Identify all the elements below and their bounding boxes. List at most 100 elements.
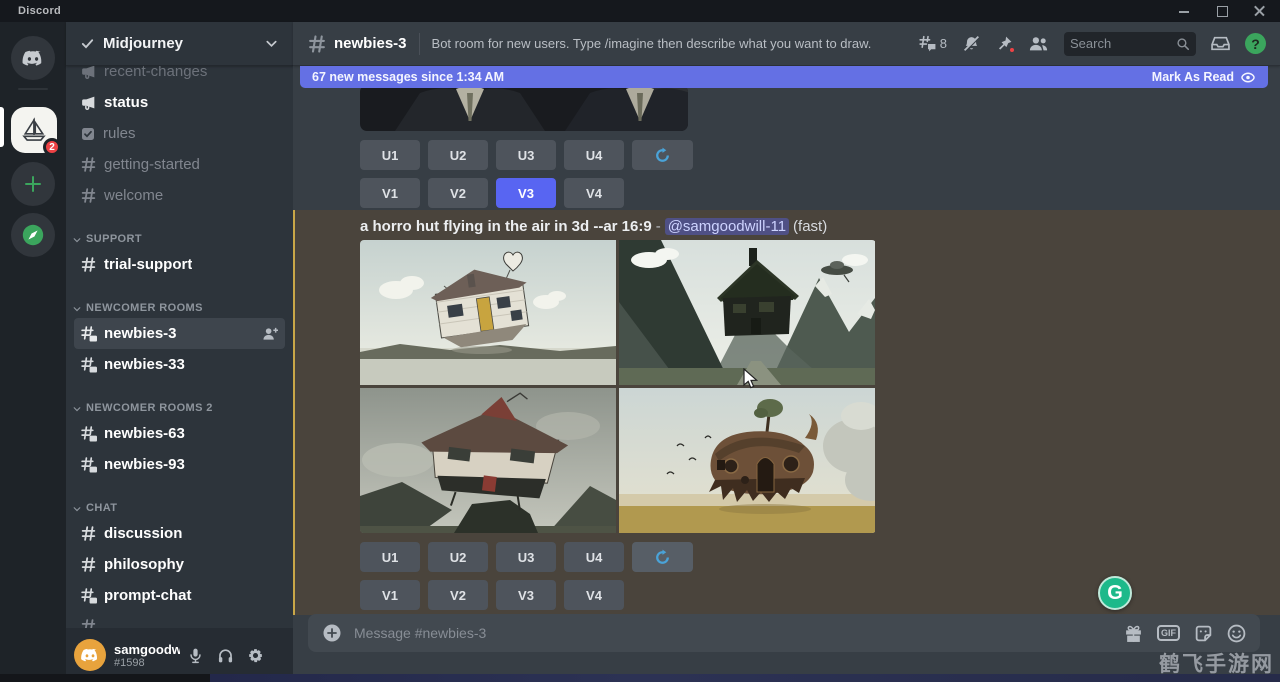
minimize-button[interactable] bbox=[1178, 5, 1190, 17]
grid-image-4[interactable] bbox=[619, 388, 875, 533]
server-icon-midjourney[interactable]: 2 bbox=[11, 107, 57, 153]
sidebar-item-recent-changes[interactable]: recent-changes bbox=[74, 66, 285, 87]
v3-button-selected[interactable]: V3 bbox=[496, 178, 556, 208]
user-avatar[interactable] bbox=[74, 639, 106, 671]
search-input[interactable]: Search bbox=[1064, 32, 1196, 56]
sidebar-item-newbies-3[interactable]: newbies-3 bbox=[74, 318, 285, 349]
new-messages-text: 67 new messages since 1:34 AM bbox=[312, 70, 504, 84]
window-controls bbox=[1178, 5, 1280, 17]
header-divider bbox=[419, 33, 420, 55]
username: samgoodw... bbox=[114, 642, 180, 657]
bottom-edge-accent bbox=[210, 674, 1280, 682]
grid-image-3[interactable] bbox=[360, 388, 616, 533]
title-bar: Discord bbox=[0, 0, 1280, 22]
pin-icon[interactable] bbox=[996, 35, 1013, 52]
plus-icon bbox=[23, 174, 43, 194]
attach-plus-icon[interactable] bbox=[322, 623, 342, 643]
channel-sidebar: Midjourney recent-changes status rules g… bbox=[66, 22, 293, 682]
u2-button[interactable]: U2 bbox=[428, 542, 488, 572]
sidebar-item-trial-support[interactable]: trial-support bbox=[74, 249, 285, 280]
emoji-icon[interactable] bbox=[1227, 624, 1246, 643]
v1-button[interactable]: V1 bbox=[360, 580, 420, 610]
channel-topic[interactable]: Bot room for new users. Type /imagine th… bbox=[432, 36, 872, 51]
settings-gear-button[interactable] bbox=[240, 640, 270, 670]
v2-button[interactable]: V2 bbox=[428, 178, 488, 208]
composer-icons: GIF bbox=[1124, 624, 1246, 643]
sidebar-item-partial[interactable] bbox=[74, 611, 285, 628]
reroll-button[interactable] bbox=[632, 140, 693, 170]
sidebar-item-newbies-63[interactable]: newbies-63 bbox=[74, 418, 285, 449]
rail-divider bbox=[18, 88, 48, 90]
sidebar-item-newbies-33[interactable]: newbies-33 bbox=[74, 349, 285, 380]
grid-image-1[interactable] bbox=[360, 240, 616, 385]
invite-person-add-icon[interactable] bbox=[262, 326, 279, 341]
u1-button[interactable]: U1 bbox=[360, 542, 420, 572]
maximize-button[interactable] bbox=[1216, 5, 1228, 17]
v4-button[interactable]: V4 bbox=[564, 178, 624, 208]
category-chat[interactable]: CHAT bbox=[66, 480, 293, 518]
discord-home-button[interactable] bbox=[11, 36, 55, 80]
hash-threads-icon bbox=[80, 425, 97, 442]
message1-upscale-row: U1 U2 U3 U4 bbox=[360, 140, 693, 170]
v3-button[interactable]: V3 bbox=[496, 580, 556, 610]
headphones-button[interactable] bbox=[210, 640, 240, 670]
sidebar-item-rules[interactable]: rules bbox=[74, 118, 285, 149]
category-newcomer-rooms[interactable]: NEWCOMER ROOMS bbox=[66, 280, 293, 318]
reroll-button[interactable] bbox=[632, 542, 693, 572]
u3-button[interactable]: U3 bbox=[496, 542, 556, 572]
explore-servers-button[interactable] bbox=[11, 213, 55, 257]
channel-hash-icon bbox=[307, 34, 327, 54]
inbox-icon[interactable] bbox=[1211, 35, 1230, 52]
message1-variation-row: V1 V2 V3 V4 bbox=[360, 178, 624, 208]
server-header[interactable]: Midjourney bbox=[66, 22, 293, 66]
sidebar-item-prompt-chat[interactable]: prompt-chat bbox=[74, 580, 285, 611]
grid-image-2[interactable] bbox=[619, 240, 875, 385]
app-title: Discord bbox=[18, 5, 61, 17]
help-icon[interactable]: ? bbox=[1245, 33, 1266, 54]
message2-variation-row: V1 V2 V3 V4 bbox=[360, 580, 624, 610]
sidebar-item-getting-started[interactable]: getting-started bbox=[74, 149, 285, 180]
sticker-icon[interactable] bbox=[1194, 624, 1213, 643]
bell-slash-icon[interactable] bbox=[962, 35, 981, 52]
u4-button[interactable]: U4 bbox=[564, 140, 624, 170]
bottom-edge-strip bbox=[0, 674, 1280, 682]
grammarly-widget[interactable]: G bbox=[1098, 576, 1132, 610]
threads-icon[interactable]: 8 bbox=[918, 35, 947, 52]
sidebar-item-discussion[interactable]: discussion bbox=[74, 518, 285, 549]
members-icon[interactable] bbox=[1028, 35, 1049, 52]
prompt-text: a horro hut flying in the air in 3d --ar… bbox=[360, 218, 652, 235]
channel-list[interactable]: recent-changes status rules getting-star… bbox=[66, 66, 293, 628]
message-mentioned: a horro hut flying in the air in 3d --ar… bbox=[293, 210, 1280, 615]
user-mention[interactable]: @samgoodwill-11 bbox=[665, 218, 789, 235]
u2-button[interactable]: U2 bbox=[428, 140, 488, 170]
chevron-down-icon bbox=[72, 504, 82, 514]
header-toolbar: 8 Search ? bbox=[918, 32, 1266, 56]
add-server-button[interactable] bbox=[11, 162, 55, 206]
v2-button[interactable]: V2 bbox=[428, 580, 488, 610]
message-input[interactable] bbox=[354, 625, 1124, 641]
u4-button[interactable]: U4 bbox=[564, 542, 624, 572]
threads-count: 8 bbox=[940, 36, 947, 51]
user-info[interactable]: samgoodw... #1598 bbox=[114, 642, 180, 669]
mic-button[interactable] bbox=[180, 640, 210, 670]
gif-picker-icon[interactable]: GIF bbox=[1157, 625, 1180, 641]
v1-button[interactable]: V1 bbox=[360, 178, 420, 208]
u3-button[interactable]: U3 bbox=[496, 140, 556, 170]
new-messages-banner[interactable]: 67 new messages since 1:34 AM Mark As Re… bbox=[300, 66, 1268, 88]
close-button[interactable] bbox=[1254, 5, 1266, 17]
image-grid bbox=[360, 240, 876, 533]
category-support[interactable]: SUPPORT bbox=[66, 211, 293, 249]
category-newcomer-rooms-2[interactable]: NEWCOMER ROOMS 2 bbox=[66, 380, 293, 418]
generated-image-partial[interactable] bbox=[360, 85, 688, 131]
mark-as-read-button[interactable]: Mark As Read bbox=[1152, 70, 1256, 84]
sidebar-item-philosophy[interactable]: philosophy bbox=[74, 549, 285, 580]
rules-icon bbox=[80, 126, 96, 142]
v4-button[interactable]: V4 bbox=[564, 580, 624, 610]
sidebar-item-newbies-93[interactable]: newbies-93 bbox=[74, 449, 285, 480]
sidebar-item-welcome[interactable]: welcome bbox=[74, 180, 285, 211]
verified-check-icon bbox=[80, 36, 95, 51]
sidebar-item-status[interactable]: status bbox=[74, 87, 285, 118]
u1-button[interactable]: U1 bbox=[360, 140, 420, 170]
chat-area: newbies-3 Bot room for new users. Type /… bbox=[293, 22, 1280, 682]
gift-icon[interactable] bbox=[1124, 624, 1143, 643]
